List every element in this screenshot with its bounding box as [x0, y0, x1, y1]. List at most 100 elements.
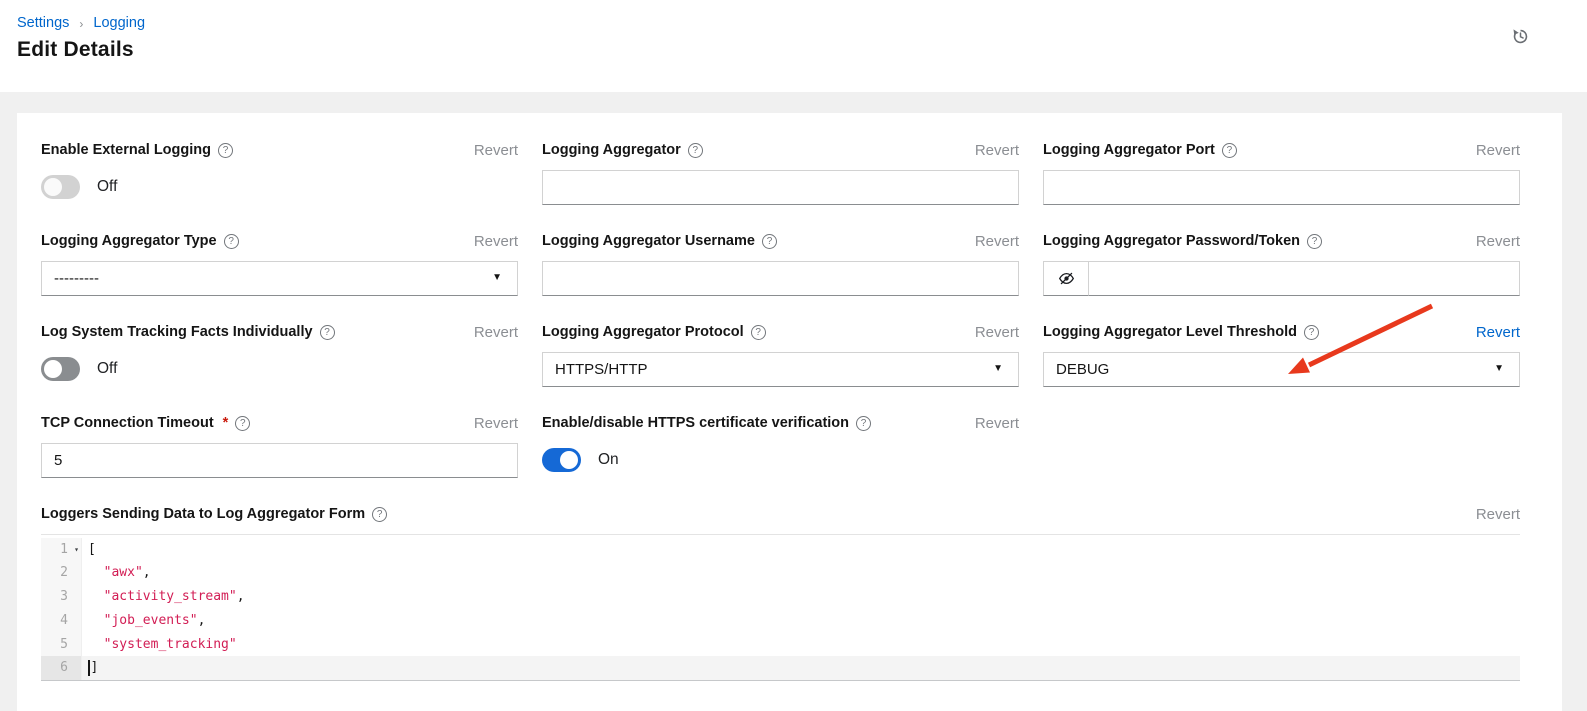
revert-button[interactable]: Revert: [975, 142, 1019, 159]
code-line: 6]: [41, 656, 1520, 680]
logging-aggregator-protocol-select[interactable]: HTTPS/HTTP ▼: [542, 352, 1019, 387]
field-label-text: Logging Aggregator Port: [1043, 142, 1215, 158]
help-icon[interactable]: ?: [856, 416, 871, 431]
field-label: Logging Aggregator Level Threshold ?: [1043, 324, 1319, 340]
settings-logging-edit-page: Settings › Logging Edit Details Enable E…: [0, 0, 1587, 711]
field-logging-aggregator-protocol: Logging Aggregator Protocol ? Revert HTT…: [542, 322, 1019, 387]
page-title: Edit Details: [17, 38, 1563, 62]
main-content: Enable External Logging ? Revert Off: [0, 92, 1587, 711]
field-https-cert-verification: Enable/disable HTTPS certificate verific…: [542, 413, 1019, 478]
field-label: Logging Aggregator Port ?: [1043, 142, 1237, 158]
revert-button[interactable]: Revert: [1476, 142, 1520, 159]
code-line: 3 "activity_stream",: [41, 585, 1520, 609]
help-icon[interactable]: ?: [1307, 234, 1322, 249]
field-label-text: Enable External Logging: [41, 142, 211, 158]
help-icon[interactable]: ?: [320, 325, 335, 340]
help-icon[interactable]: ?: [235, 416, 250, 431]
toggle-state-label: Off: [97, 178, 117, 196]
field-label-text: Logging Aggregator Type: [41, 233, 217, 249]
history-icon[interactable]: [1512, 28, 1529, 45]
line-number: 3: [41, 585, 82, 609]
revert-button[interactable]: Revert: [1476, 233, 1520, 250]
settings-form-card: Enable External Logging ? Revert Off: [17, 113, 1562, 711]
field-logging-aggregator: Logging Aggregator ? Revert: [542, 140, 1019, 205]
help-icon[interactable]: ?: [688, 143, 703, 158]
field-label-text: Logging Aggregator Protocol: [542, 324, 744, 340]
field-label-text: TCP Connection Timeout: [41, 415, 214, 431]
help-icon[interactable]: ?: [218, 143, 233, 158]
toggle-knob: [44, 360, 62, 378]
revert-button[interactable]: Revert: [474, 415, 518, 432]
chevron-down-icon: ▼: [492, 273, 502, 283]
help-icon[interactable]: ?: [224, 234, 239, 249]
help-icon[interactable]: ?: [751, 325, 766, 340]
select-value: DEBUG: [1056, 361, 1109, 378]
code-line: 5 "system_tracking": [41, 633, 1520, 657]
logging-aggregator-password-input[interactable]: [1089, 261, 1520, 296]
enable-external-logging-toggle[interactable]: [41, 175, 80, 199]
revert-button[interactable]: Revert: [975, 324, 1019, 341]
select-value: HTTPS/HTTP: [555, 361, 648, 378]
field-loggers-sending-data: Loggers Sending Data to Log Aggregator F…: [41, 504, 1520, 681]
revert-button[interactable]: Revert: [1476, 506, 1520, 523]
revert-button[interactable]: Revert: [474, 324, 518, 341]
chevron-down-icon: ▼: [993, 364, 1003, 374]
line-number: 5: [41, 633, 82, 657]
logging-aggregator-input[interactable]: [542, 170, 1019, 205]
eye-slash-icon[interactable]: [1043, 261, 1089, 296]
field-label: Logging Aggregator Password/Token ?: [1043, 233, 1322, 249]
field-enable-external-logging: Enable External Logging ? Revert Off: [41, 140, 518, 205]
loggers-code-editor[interactable]: 1▾[2 "awx",3 "activity_stream",4 "job_ev…: [41, 534, 1520, 681]
revert-button[interactable]: Revert: [474, 233, 518, 250]
help-icon[interactable]: ?: [762, 234, 777, 249]
help-icon[interactable]: ?: [1222, 143, 1237, 158]
logging-aggregator-port-input[interactable]: [1043, 170, 1520, 205]
field-label: Logging Aggregator Protocol ?: [542, 324, 766, 340]
code-line-text: "activity_stream",: [82, 585, 1520, 609]
toggle-state-label: Off: [97, 360, 117, 378]
code-line-text: ]: [82, 656, 1520, 680]
field-label-text: Log System Tracking Facts Individually: [41, 324, 313, 340]
code-line-text: [: [82, 538, 1520, 562]
line-number: 6: [41, 656, 82, 680]
settings-form: Enable External Logging ? Revert Off: [41, 140, 1520, 681]
https-cert-verification-toggle[interactable]: [542, 448, 581, 472]
help-icon[interactable]: ?: [372, 507, 387, 522]
field-label-text: Enable/disable HTTPS certificate verific…: [542, 415, 849, 431]
field-label-text: Logging Aggregator Level Threshold: [1043, 324, 1297, 340]
field-label: Logging Aggregator Username ?: [542, 233, 777, 249]
field-label: Enable External Logging ?: [41, 142, 233, 158]
toggle-knob: [44, 178, 62, 196]
logging-aggregator-level-threshold-select[interactable]: DEBUG ▼: [1043, 352, 1520, 387]
required-indicator: *: [223, 415, 229, 431]
select-value: ---------: [54, 270, 99, 287]
help-icon[interactable]: ?: [1304, 325, 1319, 340]
revert-button[interactable]: Revert: [975, 233, 1019, 250]
field-label: TCP Connection Timeout * ?: [41, 415, 250, 431]
breadcrumb: Settings › Logging: [17, 15, 1563, 31]
field-label: Enable/disable HTTPS certificate verific…: [542, 415, 871, 431]
breadcrumb-settings-link[interactable]: Settings: [17, 15, 69, 31]
breadcrumb-logging-link[interactable]: Logging: [93, 15, 145, 31]
revert-button[interactable]: Revert: [975, 415, 1019, 432]
revert-button[interactable]: Revert: [1476, 324, 1520, 341]
code-editor-lines: 1▾[2 "awx",3 "activity_stream",4 "job_ev…: [41, 538, 1520, 680]
line-number: 1▾: [41, 538, 82, 562]
field-label-text: Logging Aggregator Password/Token: [1043, 233, 1300, 249]
field-log-system-tracking-facts: Log System Tracking Facts Individually ?…: [41, 322, 518, 387]
field-tcp-connection-timeout: TCP Connection Timeout * ? Revert: [41, 413, 518, 478]
empty-cell: [1043, 413, 1520, 478]
code-line: 4 "job_events",: [41, 609, 1520, 633]
field-logging-aggregator-username: Logging Aggregator Username ? Revert: [542, 231, 1019, 296]
code-line-text: "job_events",: [82, 609, 1520, 633]
revert-button[interactable]: Revert: [474, 142, 518, 159]
field-label-text: Logging Aggregator Username: [542, 233, 755, 249]
logging-aggregator-type-select[interactable]: --------- ▼: [41, 261, 518, 296]
log-system-tracking-toggle[interactable]: [41, 357, 80, 381]
field-logging-aggregator-level-threshold: Logging Aggregator Level Threshold ? Rev…: [1043, 322, 1520, 387]
logging-aggregator-username-input[interactable]: [542, 261, 1019, 296]
tcp-connection-timeout-input[interactable]: [41, 443, 518, 478]
chevron-down-icon: ▼: [1494, 364, 1504, 374]
code-line: 2 "awx",: [41, 561, 1520, 585]
fold-caret-icon[interactable]: ▾: [74, 538, 79, 562]
